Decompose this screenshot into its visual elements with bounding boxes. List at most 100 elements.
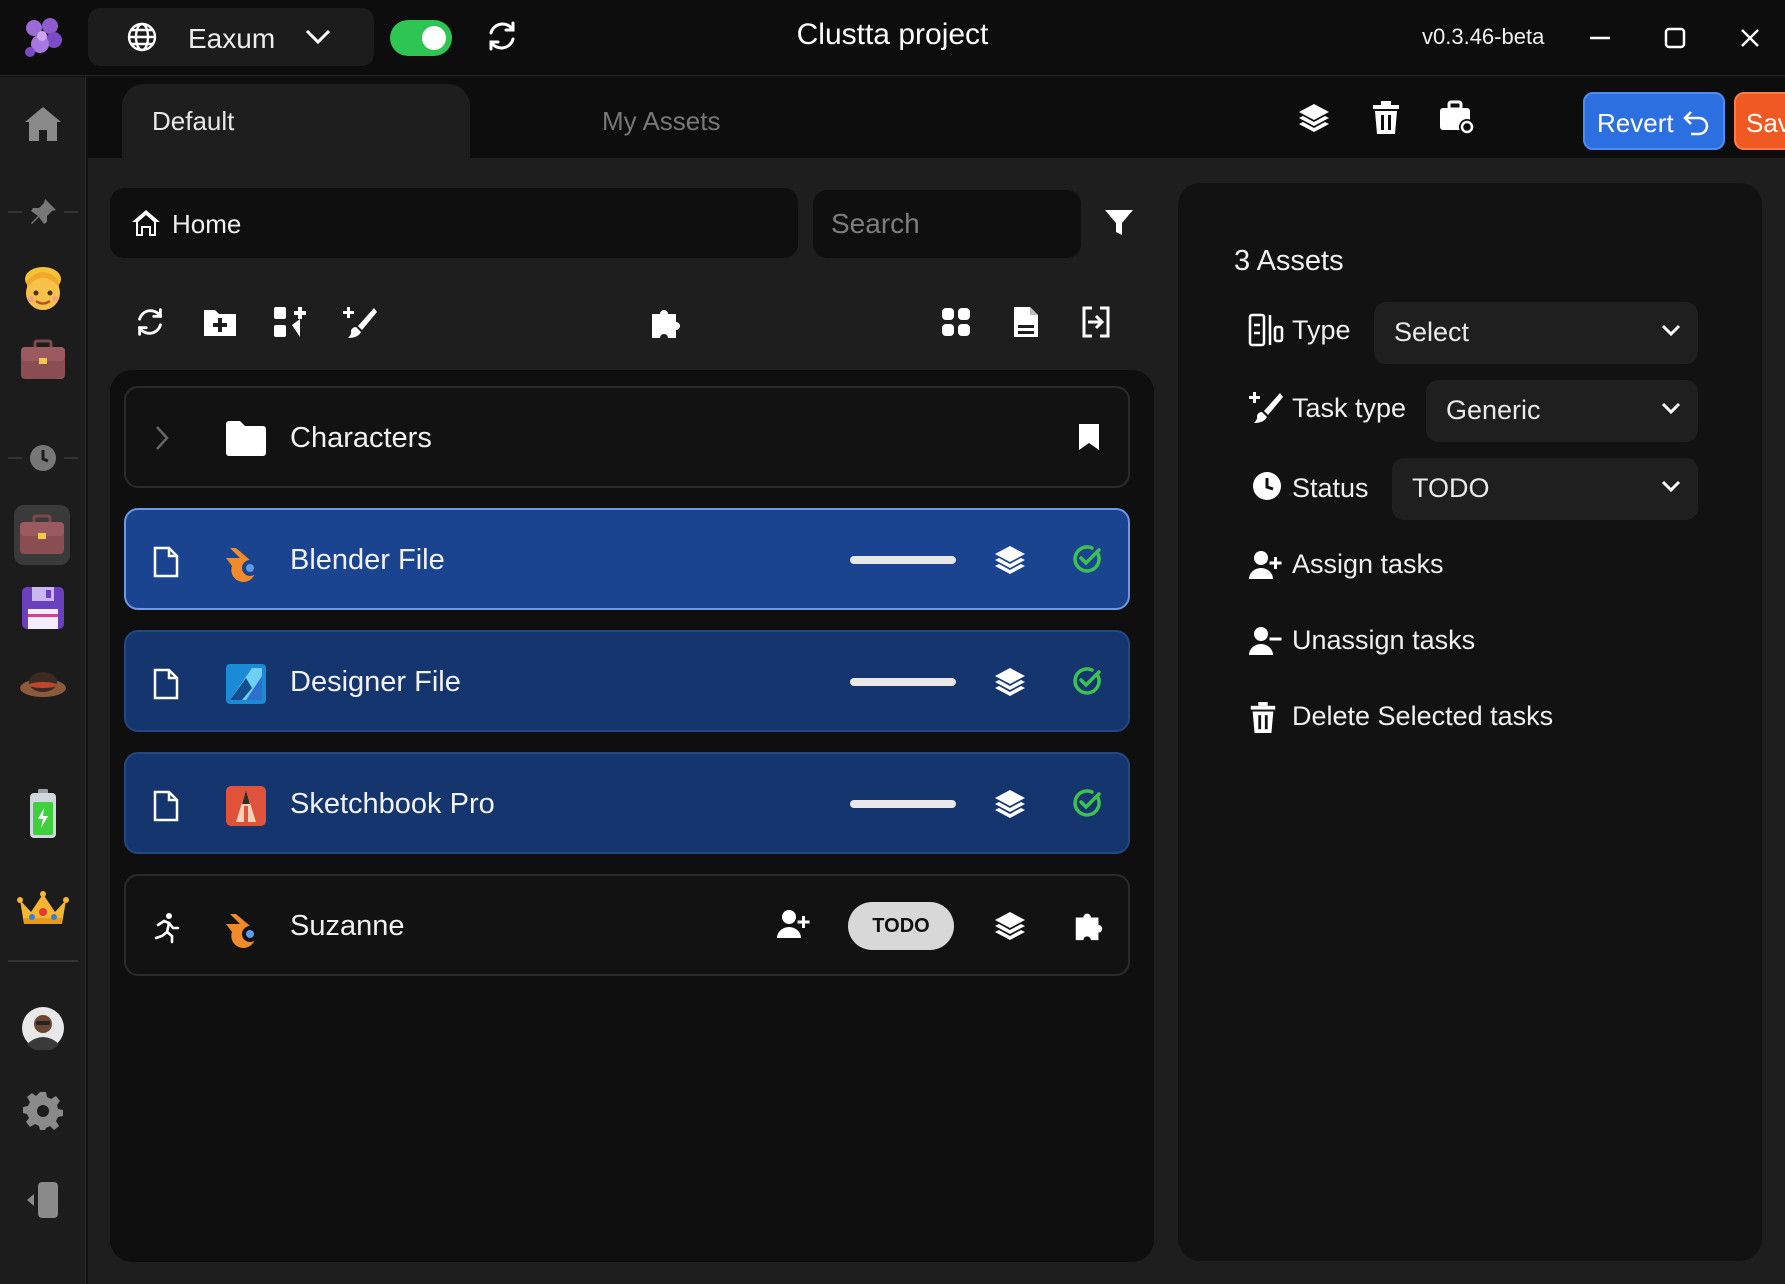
status-label: Status xyxy=(1292,473,1369,503)
type-select[interactable]: Select xyxy=(1374,302,1698,364)
chevron-down-icon xyxy=(304,28,332,46)
delete-selected-tasks-button[interactable]: Delete Selected tasks xyxy=(1248,695,1578,739)
status-select[interactable]: TODO xyxy=(1392,458,1698,520)
chevron-down-icon xyxy=(1661,402,1681,415)
briefcase-active-icon[interactable] xyxy=(14,505,70,565)
home-icon xyxy=(132,210,160,236)
file-icon xyxy=(152,668,180,700)
grid-view-icon[interactable] xyxy=(936,302,976,342)
collapse-sidebar-icon[interactable] xyxy=(16,1173,70,1227)
item-name: Blender File xyxy=(290,544,445,576)
list-item-file[interactable]: Blender File xyxy=(124,508,1130,610)
history-clock-icon[interactable] xyxy=(22,431,64,485)
unassign-tasks-button[interactable]: Unassign tasks xyxy=(1248,619,1528,663)
battery-icon[interactable] xyxy=(16,787,70,841)
file-icon xyxy=(152,790,180,822)
layers-icon[interactable] xyxy=(992,908,1028,944)
type-label: Type xyxy=(1292,315,1351,345)
avatar-emoji-icon[interactable] xyxy=(16,263,70,317)
chevron-down-icon xyxy=(1661,480,1681,493)
checkout-arrow-icon[interactable] xyxy=(1076,302,1116,342)
crown-icon[interactable] xyxy=(16,881,70,935)
document-list-icon[interactable] xyxy=(1006,302,1046,342)
progress-bar xyxy=(850,800,956,808)
chevron-down-icon xyxy=(1661,324,1681,337)
tab-label: My Assets xyxy=(602,106,721,136)
bookmark-icon[interactable] xyxy=(1076,422,1102,452)
status-value: TODO xyxy=(1412,473,1490,503)
settings-gear-icon[interactable] xyxy=(16,1083,70,1137)
progress-bar xyxy=(850,678,956,686)
breadcrumb[interactable]: Home xyxy=(110,188,798,258)
chevron-right-icon[interactable] xyxy=(152,424,172,452)
maximize-button[interactable] xyxy=(1657,20,1693,56)
revert-label: Revert xyxy=(1597,108,1674,138)
item-name: Suzanne xyxy=(290,910,405,942)
trash-icon xyxy=(1250,702,1276,733)
list-item-folder[interactable]: Characters xyxy=(124,386,1130,488)
close-button[interactable] xyxy=(1732,20,1768,56)
save-label: Save xyxy=(1746,108,1785,138)
layers-icon[interactable] xyxy=(992,786,1028,822)
sketchbook-icon xyxy=(224,784,268,828)
add-asset-icon[interactable] xyxy=(270,302,310,342)
minimize-button[interactable] xyxy=(1582,20,1618,56)
user-plus-icon xyxy=(1249,551,1282,579)
layers-icon[interactable] xyxy=(992,664,1028,700)
new-folder-icon[interactable] xyxy=(200,302,240,342)
trash-icon[interactable] xyxy=(1370,100,1410,140)
status-badge[interactable]: TODO xyxy=(848,902,954,950)
unassign-tasks-label: Unassign tasks xyxy=(1292,625,1476,655)
progress-bar xyxy=(850,556,956,564)
home-icon[interactable] xyxy=(16,97,70,151)
list-item-task[interactable]: Suzanne TODO xyxy=(124,874,1130,976)
item-name: Sketchbook Pro xyxy=(290,788,495,820)
blender-icon xyxy=(224,540,268,584)
tab-bar: Default My Assets Revert Save xyxy=(88,78,1785,158)
revert-button[interactable]: Revert xyxy=(1583,92,1725,150)
type-value: Select xyxy=(1394,317,1470,347)
floppy-disk-icon[interactable] xyxy=(16,581,70,635)
workspace-selector[interactable]: Eaxum xyxy=(88,8,374,66)
tab-label: Default xyxy=(152,106,235,136)
tab-my-assets[interactable]: My Assets xyxy=(572,84,920,158)
sync-toggle[interactable] xyxy=(390,20,452,56)
search-input[interactable] xyxy=(813,190,1081,258)
layers-icon[interactable] xyxy=(1296,100,1336,140)
assign-user-icon[interactable] xyxy=(776,908,810,940)
task-type-select[interactable]: Generic xyxy=(1426,380,1698,442)
brush-icon xyxy=(1248,389,1284,425)
check-circle-icon xyxy=(1072,544,1102,574)
tab-default[interactable]: Default xyxy=(122,84,470,158)
filter-icon[interactable] xyxy=(1104,208,1134,238)
delete-tasks-label: Delete Selected tasks xyxy=(1292,701,1554,731)
briefcase-settings-icon[interactable] xyxy=(1438,100,1478,140)
task-type-label: Task type xyxy=(1292,393,1407,423)
save-button[interactable]: Save xyxy=(1734,92,1785,150)
layers-icon[interactable] xyxy=(992,542,1028,578)
refresh-icon[interactable] xyxy=(484,18,520,54)
item-name: Characters xyxy=(290,422,432,454)
list-item-file[interactable]: Designer File xyxy=(124,630,1130,732)
asset-list: Characters Blender File Designer File Sk… xyxy=(110,370,1154,1262)
hat-icon[interactable] xyxy=(16,653,70,707)
add-task-brush-icon[interactable] xyxy=(340,302,380,342)
refresh-icon[interactable] xyxy=(130,302,170,342)
title-bar: Eaxum Clustta project v0.3.46-beta xyxy=(0,0,1785,76)
pin-icon[interactable] xyxy=(22,185,64,239)
folder-icon xyxy=(224,418,268,462)
breadcrumb-home: Home xyxy=(172,209,242,239)
puzzle-icon[interactable] xyxy=(646,302,686,342)
details-panel: 3 Assets Type Select Task type Generic S… xyxy=(1178,183,1762,1261)
blender-icon xyxy=(224,906,268,950)
clock-icon xyxy=(1252,471,1282,501)
version-label: v0.3.46-beta xyxy=(1422,24,1545,49)
list-item-file[interactable]: Sketchbook Pro xyxy=(124,752,1130,854)
affinity-designer-icon xyxy=(224,662,268,706)
briefcase-icon[interactable] xyxy=(16,333,70,387)
user-avatar[interactable] xyxy=(16,1001,70,1055)
clustta-logo-icon[interactable] xyxy=(20,14,66,60)
puzzle-icon[interactable] xyxy=(1072,908,1106,942)
check-circle-icon xyxy=(1072,788,1102,818)
assign-tasks-button[interactable]: Assign tasks xyxy=(1248,543,1508,587)
